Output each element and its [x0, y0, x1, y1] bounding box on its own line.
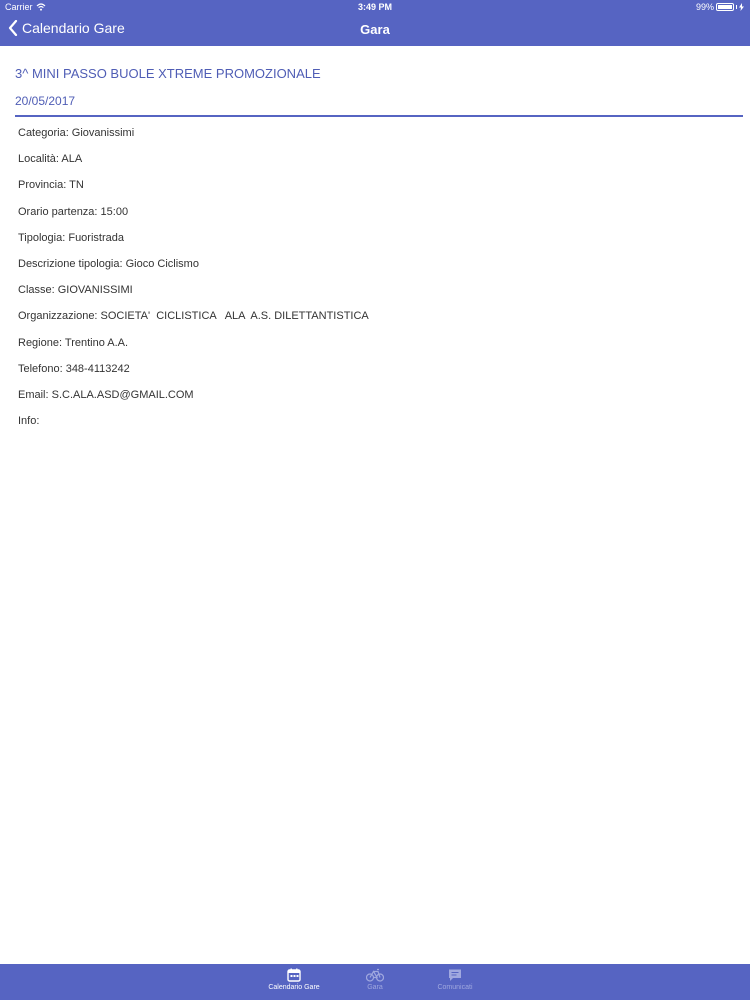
detail-email[interactable]: Email: S.C.ALA.ASD@GMAIL.COM [18, 389, 718, 415]
page-title: Gara [360, 22, 390, 37]
tab-calendario-gare[interactable]: Calendario Gare [264, 964, 324, 1000]
detail-info: Info: [18, 415, 40, 428]
detail-descrizione-tipologia: Descrizione tipologia: Gioco Ciclismo [18, 257, 199, 270]
battery-tip [736, 5, 737, 9]
detail-tipologia: Tipologia: Fuoristrada [18, 231, 124, 244]
tab-label: Calendario Gare [268, 984, 320, 991]
detail-categoria: Categoria: Giovanissimi [18, 127, 135, 139]
tab-label: Gara [367, 984, 383, 991]
detail-provincia: Provincia: TN [18, 179, 84, 192]
detail-localita: Località: ALA [18, 153, 83, 166]
navigation-bar: Calendario Gare Gara [0, 14, 750, 46]
bicycle-icon [366, 968, 384, 982]
detail-regione: Regione: Trentino A.A. [18, 336, 129, 349]
battery-icon [716, 3, 734, 11]
tab-gara[interactable]: Gara [359, 964, 391, 1000]
detail-classe: Classe: GIOVANISSIMI [18, 284, 133, 297]
detail-organizzazione: Organizzazione: SOCIETA' CICLISTICA ALA … [18, 310, 369, 323]
battery-percent: 99% [695, 2, 714, 12]
race-date: 20/05/2017 [15, 94, 76, 108]
status-time: 3:49 PM [357, 2, 392, 12]
tab-label: Comunicati [437, 984, 473, 991]
header-divider [15, 115, 743, 117]
race-title: 3^ MINI PASSO BUOLE XTREME PROMOZIONALE [15, 66, 321, 81]
detail-orario-partenza: Orario partenza: 15:00 [18, 205, 129, 218]
tab-comunicati[interactable]: Comunicati [429, 964, 481, 1000]
charging-icon [739, 3, 744, 11]
detail-telefono[interactable]: Telefono: 348-4113242 [18, 363, 718, 389]
race-details-list: Categoria: Giovanissimi Località: ALA Pr… [18, 127, 718, 441]
battery-indicator: 99% [696, 2, 744, 12]
race-header: 3^ MINI PASSO BUOLE XTREME PROMOZIONALE … [15, 66, 743, 108]
calendar-icon [287, 968, 301, 982]
status-bar: Carrier 3:49 PM 99% [0, 0, 750, 14]
chat-bubble-icon [449, 969, 461, 981]
tab-bar: Calendario Gare Gara Comunicati [0, 964, 750, 1000]
top-bar: Carrier 3:49 PM 99% Calendario Gare Gara [0, 0, 750, 46]
